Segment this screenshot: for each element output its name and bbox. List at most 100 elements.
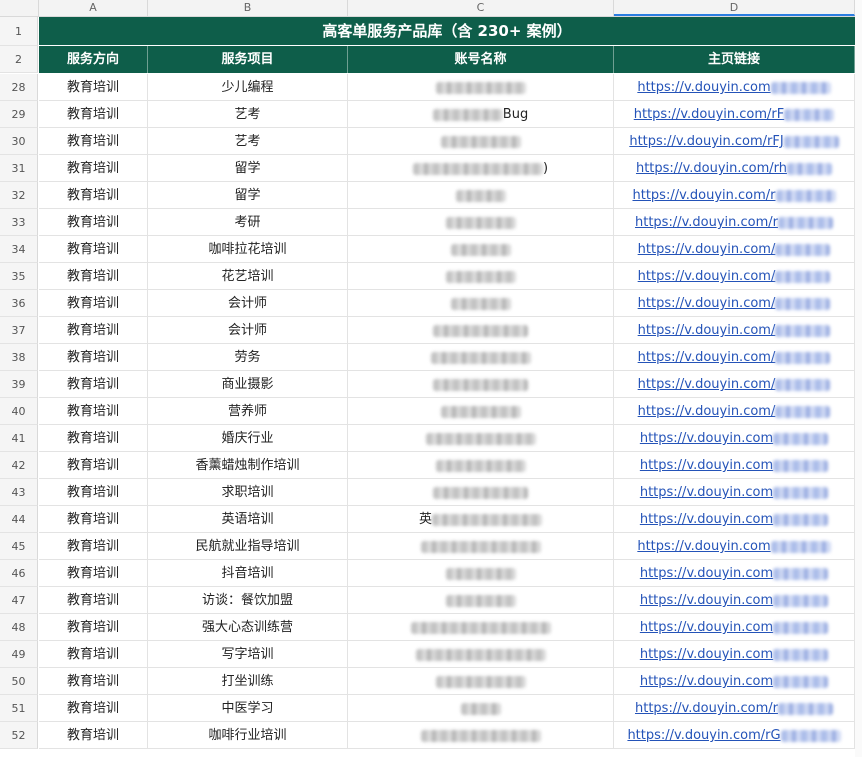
homepage-link[interactable]: https://v.douyin.com xyxy=(640,512,829,527)
cell-service-direction[interactable]: 教育培训 xyxy=(39,101,148,128)
cell-service-direction[interactable]: 教育培训 xyxy=(39,425,148,452)
cell-service-item[interactable]: 抖音培训 xyxy=(148,560,348,587)
homepage-link[interactable]: https://v.douyin.com/ xyxy=(638,350,831,365)
cell-service-item[interactable]: 香薰蜡烛制作培训 xyxy=(148,452,348,479)
row-header[interactable]: 33 xyxy=(0,209,38,236)
cell-service-item[interactable]: 少儿编程 xyxy=(148,74,348,101)
cell-service-item[interactable]: 花艺培训 xyxy=(148,263,348,290)
cell-account-name[interactable] xyxy=(348,641,614,668)
cell-account-name[interactable] xyxy=(348,344,614,371)
cell-service-item[interactable]: 艺考 xyxy=(148,128,348,155)
row-header[interactable]: 38 xyxy=(0,344,38,371)
cell-service-item[interactable]: 艺考 xyxy=(148,101,348,128)
homepage-link[interactable]: https://v.douyin.com/r xyxy=(635,701,834,716)
cell-service-direction[interactable]: 教育培训 xyxy=(39,182,148,209)
cell-service-item[interactable]: 打坐训练 xyxy=(148,668,348,695)
cell-account-name[interactable] xyxy=(348,371,614,398)
cell-service-direction[interactable]: 教育培训 xyxy=(39,560,148,587)
scrollbar-track[interactable] xyxy=(855,0,862,757)
homepage-link[interactable]: https://v.douyin.com/ xyxy=(638,242,831,257)
cell-account-name[interactable] xyxy=(348,398,614,425)
row-header[interactable]: 31 xyxy=(0,155,38,182)
homepage-link[interactable]: https://v.douyin.com/ xyxy=(638,404,831,419)
cell-service-direction[interactable]: 教育培训 xyxy=(39,236,148,263)
cell-account-name[interactable] xyxy=(348,479,614,506)
homepage-link[interactable]: https://v.douyin.com/ xyxy=(638,323,831,338)
row-header[interactable]: 45 xyxy=(0,533,38,560)
homepage-link[interactable]: https://v.douyin.com xyxy=(640,647,829,662)
cell-account-name[interactable] xyxy=(348,128,614,155)
homepage-link[interactable]: https://v.douyin.com/r xyxy=(635,215,834,230)
cell-account-name[interactable] xyxy=(348,425,614,452)
cell-service-item[interactable]: 咖啡拉花培训 xyxy=(148,236,348,263)
cell-service-item[interactable]: 强大心态训练营 xyxy=(148,614,348,641)
row-header[interactable]: 37 xyxy=(0,317,38,344)
cell-service-direction[interactable]: 教育培训 xyxy=(39,290,148,317)
homepage-link[interactable]: https://v.douyin.com/rF xyxy=(634,107,835,122)
column-header-b[interactable]: B xyxy=(148,0,348,16)
cell-service-direction[interactable]: 教育培训 xyxy=(39,344,148,371)
cell-account-name[interactable] xyxy=(348,560,614,587)
homepage-link[interactable]: https://v.douyin.com/rFJ xyxy=(629,134,839,149)
cell-account-name[interactable] xyxy=(348,209,614,236)
cell-service-direction[interactable]: 教育培训 xyxy=(39,587,148,614)
cell-service-item[interactable]: 留学 xyxy=(148,182,348,209)
cell-account-name[interactable] xyxy=(348,668,614,695)
sheet-title[interactable]: 高客单服务产品库（含 230+ 案例） xyxy=(39,17,855,45)
homepage-link[interactable]: https://v.douyin.com xyxy=(640,620,829,635)
row-header-1[interactable]: 1 xyxy=(0,17,38,46)
cell-service-direction[interactable]: 教育培训 xyxy=(39,533,148,560)
header-account-name[interactable]: 账号名称 xyxy=(348,46,614,73)
cell-account-name[interactable] xyxy=(348,290,614,317)
row-header[interactable]: 43 xyxy=(0,479,38,506)
cell-service-item[interactable]: 婚庆行业 xyxy=(148,425,348,452)
homepage-link[interactable]: https://v.douyin.com/ xyxy=(638,296,831,311)
row-header[interactable]: 51 xyxy=(0,695,38,722)
cell-service-item[interactable]: 中医学习 xyxy=(148,695,348,722)
homepage-link[interactable]: https://v.douyin.com xyxy=(640,566,829,581)
header-service-item[interactable]: 服务项目 xyxy=(148,46,348,73)
header-service-direction[interactable]: 服务方向 xyxy=(39,46,148,73)
row-header[interactable]: 48 xyxy=(0,614,38,641)
cell-account-name[interactable] xyxy=(348,614,614,641)
row-header[interactable]: 32 xyxy=(0,182,38,209)
row-header[interactable]: 47 xyxy=(0,587,38,614)
cell-account-name[interactable]: ) xyxy=(348,155,614,182)
homepage-link[interactable]: https://v.douyin.com/rG xyxy=(627,728,841,743)
cell-service-item[interactable]: 英语培训 xyxy=(148,506,348,533)
cell-service-direction[interactable]: 教育培训 xyxy=(39,479,148,506)
cell-service-item[interactable]: 会计师 xyxy=(148,317,348,344)
cell-service-direction[interactable]: 教育培训 xyxy=(39,74,148,101)
cell-service-direction[interactable]: 教育培训 xyxy=(39,722,148,749)
cell-service-direction[interactable]: 教育培训 xyxy=(39,317,148,344)
row-header[interactable]: 44 xyxy=(0,506,38,533)
cell-service-direction[interactable]: 教育培训 xyxy=(39,695,148,722)
homepage-link[interactable]: https://v.douyin.com xyxy=(640,485,829,500)
cell-service-item[interactable]: 会计师 xyxy=(148,290,348,317)
cell-service-direction[interactable]: 教育培训 xyxy=(39,263,148,290)
cell-service-item[interactable]: 咖啡行业培训 xyxy=(148,722,348,749)
homepage-link[interactable]: https://v.douyin.com xyxy=(640,593,829,608)
row-header[interactable]: 30 xyxy=(0,128,38,155)
cell-account-name[interactable]: 英 xyxy=(348,506,614,533)
cell-account-name[interactable] xyxy=(348,182,614,209)
homepage-link[interactable]: https://v.douyin.com/rh xyxy=(636,161,833,176)
cell-service-item[interactable]: 留学 xyxy=(148,155,348,182)
homepage-link[interactable]: https://v.douyin.com xyxy=(637,539,831,554)
row-header[interactable]: 36 xyxy=(0,290,38,317)
cell-service-direction[interactable]: 教育培训 xyxy=(39,641,148,668)
row-header[interactable]: 50 xyxy=(0,668,38,695)
cell-service-item[interactable]: 民航就业指导培训 xyxy=(148,533,348,560)
column-header-d[interactable]: D xyxy=(614,0,855,16)
cell-service-item[interactable]: 考研 xyxy=(148,209,348,236)
cell-account-name[interactable] xyxy=(348,722,614,749)
cell-account-name[interactable] xyxy=(348,587,614,614)
cell-service-item[interactable]: 访谈：餐饮加盟 xyxy=(148,587,348,614)
row-header-2[interactable]: 2 xyxy=(0,46,38,73)
cell-service-direction[interactable]: 教育培训 xyxy=(39,128,148,155)
cell-account-name[interactable]: Bug xyxy=(348,101,614,128)
cell-account-name[interactable] xyxy=(348,236,614,263)
row-header[interactable]: 41 xyxy=(0,425,38,452)
row-header[interactable]: 40 xyxy=(0,398,38,425)
cell-account-name[interactable] xyxy=(348,533,614,560)
